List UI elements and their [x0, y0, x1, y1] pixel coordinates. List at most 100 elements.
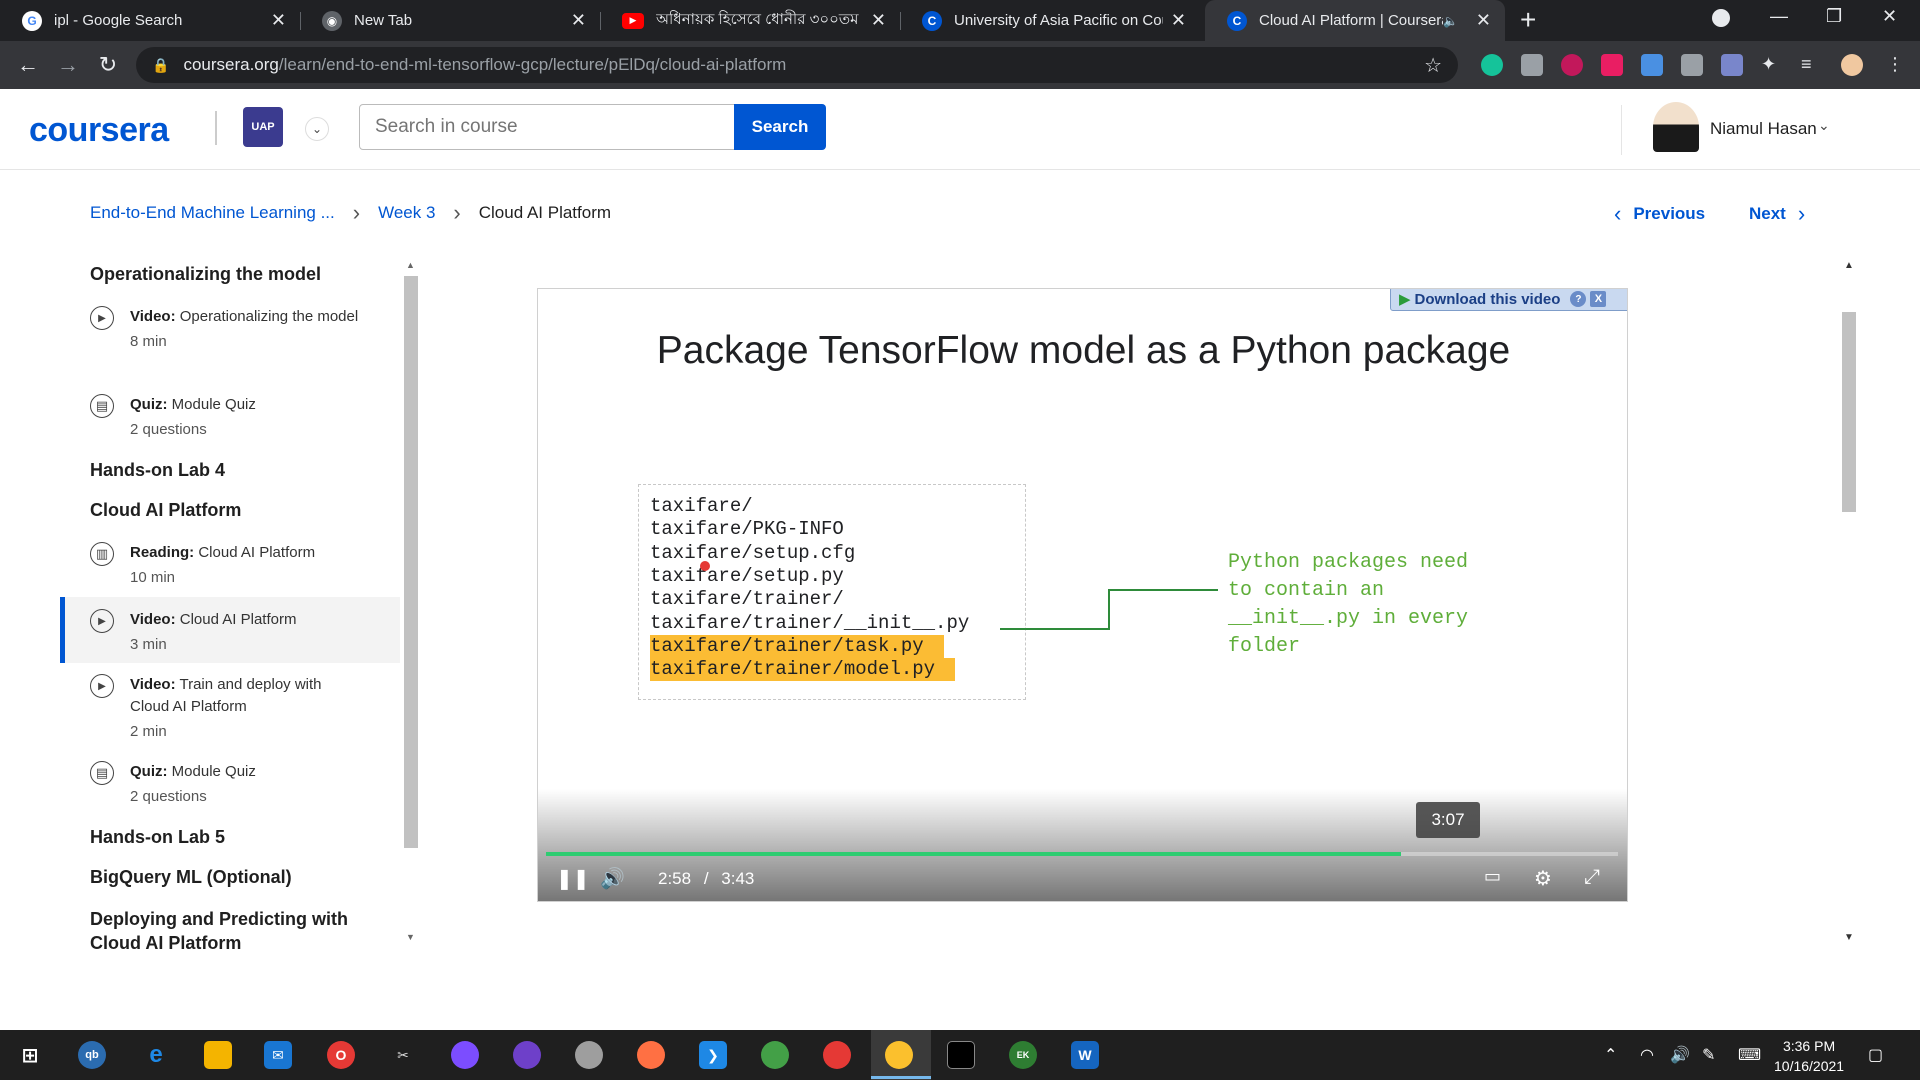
section-title[interactable]: Cloud AI Platform [90, 500, 241, 521]
outline-item[interactable]: ▶ Video: Operationalizing the model 8 mi… [60, 306, 400, 368]
word-icon[interactable]: W [1071, 1041, 1099, 1069]
breadcrumb-course-link[interactable]: End-to-End Machine Learning ... [90, 203, 335, 223]
edge-icon[interactable]: e [142, 1041, 170, 1069]
close-icon[interactable]: X [1590, 291, 1607, 307]
volume-icon[interactable]: 🔊 [600, 866, 625, 891]
extension-icon[interactable] [1681, 54, 1703, 76]
volume-icon[interactable]: 🔊 [1670, 1045, 1690, 1065]
snipping-tool-icon[interactable]: ✂ [389, 1041, 417, 1069]
media-control-icon[interactable]: ≡ [1801, 54, 1823, 76]
extension-badge-icon[interactable] [1601, 54, 1623, 76]
back-icon[interactable]: ← [12, 49, 44, 81]
minimize-icon[interactable]: — [1770, 6, 1788, 27]
outline-item[interactable]: ▤ Quiz: Module Quiz 2 questions [60, 761, 400, 811]
university-logo-icon[interactable]: UAP [243, 107, 283, 147]
user-name[interactable]: Niamul Hasan [1710, 119, 1817, 139]
lock-icon[interactable]: 🔒 [152, 57, 169, 74]
scroll-down-icon[interactable]: ▼ [406, 932, 415, 942]
chevron-down-icon[interactable]: ⌄ [1818, 117, 1830, 134]
pause-icon[interactable]: ❚❚ [556, 866, 590, 891]
keyboard-icon[interactable]: ⌨ [1738, 1045, 1761, 1065]
reload-icon[interactable]: ↻ [92, 49, 124, 81]
messenger-icon[interactable] [451, 1041, 479, 1069]
chevron-down-icon[interactable]: ⌄ [305, 117, 329, 141]
vscode-icon[interactable]: ❯ [699, 1041, 727, 1069]
outline-item[interactable]: ▶ Video: Train and deploy with Cloud AI … [60, 674, 400, 746]
search-button[interactable]: Search [734, 104, 826, 150]
section-title[interactable]: BigQuery ML (Optional) [90, 867, 292, 888]
app-qb-icon[interactable]: qb [78, 1041, 106, 1069]
windows-start-icon[interactable]: ⊞ [16, 1041, 44, 1069]
section-title[interactable]: Hands-on Lab 4 [90, 460, 225, 481]
download-video-button[interactable]: ▶ Download this video ? X [1390, 289, 1627, 311]
tab-new-tab[interactable]: ◉ New Tab ✕ [300, 0, 600, 41]
coursera-logo[interactable]: coursera [29, 111, 169, 150]
address-bar[interactable]: 🔒 coursera.org/learn/end-to-end-ml-tenso… [136, 47, 1458, 83]
app-icon[interactable] [761, 1041, 789, 1069]
fullscreen-icon[interactable]: ⤢ [1584, 866, 1600, 889]
profile-avatar-icon[interactable] [1841, 54, 1863, 76]
sidebar-scrollbar[interactable]: ▲ ▼ [402, 256, 420, 946]
opera-icon[interactable]: O [327, 1041, 355, 1069]
system-clock[interactable]: 3:36 PM 10/16/2021 [1774, 1036, 1844, 1076]
camera-icon[interactable] [1521, 54, 1543, 76]
tab-google-search[interactable]: G ipl - Google Search ✕ [0, 0, 300, 41]
close-icon[interactable]: ✕ [1171, 10, 1186, 31]
scroll-down-icon[interactable]: ▼ [1844, 932, 1854, 943]
chrome-profile-icon[interactable]: EK [1009, 1041, 1037, 1069]
mail-icon[interactable]: ✉ [264, 1041, 292, 1069]
settings-gear-icon[interactable]: ⚙ [1534, 866, 1552, 891]
forward-icon[interactable]: → [52, 49, 84, 81]
close-icon[interactable]: ✕ [271, 10, 286, 31]
download-extension-icon[interactable] [1641, 54, 1663, 76]
notification-icon[interactable]: ▢ [1868, 1045, 1883, 1065]
bookmark-star-icon[interactable]: ☆ [1424, 53, 1442, 78]
scroll-up-icon[interactable]: ▲ [1844, 260, 1854, 271]
wifi-icon[interactable]: ◠ [1640, 1045, 1654, 1065]
file-explorer-icon[interactable] [204, 1041, 232, 1069]
help-icon[interactable]: ? [1570, 291, 1587, 307]
close-icon[interactable]: ✕ [571, 10, 586, 31]
restore-icon[interactable]: ❐ [1826, 6, 1842, 27]
video-player[interactable]: Package TensorFlow model as a Python pac… [537, 288, 1628, 902]
close-icon[interactable]: ✕ [1476, 10, 1491, 31]
captions-icon[interactable]: ▭ [1484, 866, 1501, 887]
scrollbar-thumb[interactable] [1842, 312, 1856, 512]
outline-item[interactable]: ▤ Quiz: Module Quiz 2 questions [60, 394, 400, 444]
page-scrollbar[interactable]: ▲ ▼ [1838, 256, 1860, 946]
tab-university[interactable]: C University of Asia Pacific on Cour ✕ [900, 0, 1200, 41]
close-icon[interactable]: ✕ [871, 10, 886, 31]
pen-icon[interactable]: ✎ [1702, 1045, 1715, 1065]
grammarly-icon[interactable] [1481, 54, 1503, 76]
app-icon[interactable] [575, 1041, 603, 1069]
extension-icon[interactable] [1561, 54, 1583, 76]
profile-dropdown-icon[interactable] [1712, 9, 1730, 27]
pen-extension-icon[interactable] [1721, 54, 1743, 76]
terminal-icon[interactable] [947, 1041, 975, 1069]
outline-item[interactable]: ▥ Reading: Cloud AI Platform 10 min [60, 542, 400, 592]
new-tab-button[interactable]: + [1520, 4, 1536, 36]
section-title[interactable]: Operationalizing the model [90, 264, 321, 285]
chrome-icon[interactable] [823, 1041, 851, 1069]
puzzle-icon[interactable]: ✦ [1761, 54, 1783, 76]
firefox-icon[interactable] [637, 1041, 665, 1069]
scrollbar-thumb[interactable] [404, 276, 418, 848]
tab-youtube[interactable]: ▶ অধিনায়ক হিসেবে ধোনীর ৩০০তম ✕ [600, 0, 900, 41]
speaker-icon[interactable]: 🔈 [1443, 14, 1458, 28]
close-window-icon[interactable]: ✕ [1882, 6, 1897, 27]
menu-icon[interactable]: ⋮ [1886, 54, 1908, 76]
section-title[interactable]: Deploying and Predicting with Cloud AI P… [90, 907, 380, 952]
outline-item-active[interactable]: ▶ Video: Cloud AI Platform 3 min [60, 597, 400, 663]
previous-button[interactable]: ‹ Previous [1614, 201, 1705, 227]
avatar[interactable] [1653, 102, 1699, 152]
scroll-up-icon[interactable]: ▲ [406, 260, 415, 270]
tab-cloud-ai-platform[interactable]: C Cloud AI Platform | Coursera 🔈 ✕ [1205, 0, 1505, 41]
search-input[interactable] [359, 104, 735, 150]
chrome-active-icon[interactable] [885, 1041, 913, 1069]
progress-bar[interactable] [546, 852, 1618, 856]
section-title[interactable]: Hands-on Lab 5 [90, 827, 225, 848]
chevron-up-icon[interactable]: ⌃ [1604, 1045, 1617, 1065]
next-button[interactable]: Next › [1749, 201, 1805, 227]
github-desktop-icon[interactable] [513, 1041, 541, 1069]
breadcrumb-week-link[interactable]: Week 3 [378, 203, 435, 223]
